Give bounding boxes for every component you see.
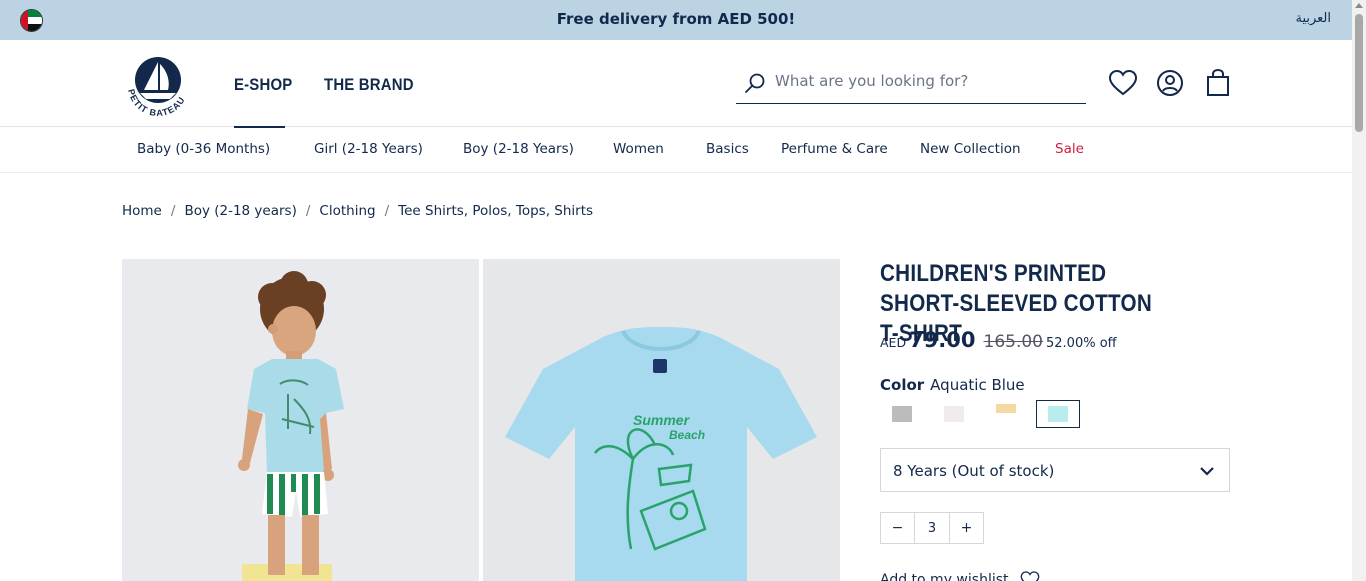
price-block: AED 79.00 165.00 52.00% off bbox=[880, 328, 1117, 352]
category-sale[interactable]: Sale bbox=[1055, 141, 1084, 157]
heart-icon[interactable] bbox=[1108, 68, 1138, 98]
category-basics[interactable]: Basics bbox=[706, 141, 749, 157]
discount-label: 52.00% off bbox=[1046, 336, 1117, 351]
current-price: 79.00 bbox=[909, 328, 976, 352]
size-select[interactable]: 8 Years (Out of stock) bbox=[880, 448, 1230, 492]
color-label: Color bbox=[880, 376, 925, 394]
add-to-wishlist[interactable]: Add to my wishlist bbox=[880, 570, 1041, 581]
language-switch[interactable]: العربية bbox=[1295, 11, 1331, 26]
breadcrumb: Home / Boy (2-18 years) / Clothing / Tee Shirt… bbox=[122, 203, 594, 219]
category-baby[interactable]: Baby (0-36 Months) bbox=[137, 141, 270, 157]
category-girl[interactable]: Girl (2-18 Years) bbox=[314, 141, 423, 157]
scrollbar-thumb[interactable] bbox=[1355, 14, 1363, 132]
wishlist-label: Add to my wishlist bbox=[880, 572, 1009, 581]
search-icon[interactable] bbox=[744, 72, 766, 94]
qty-plus-button[interactable]: + bbox=[950, 513, 983, 543]
qty-value[interactable]: 3 bbox=[914, 513, 950, 543]
breadcrumb-clothing[interactable]: Clothing bbox=[319, 203, 375, 219]
swatch-white[interactable] bbox=[932, 400, 976, 428]
category-perfume-care[interactable]: Perfume & Care bbox=[781, 141, 888, 157]
size-value: 8 Years (Out of stock) bbox=[893, 462, 1055, 480]
color-value: Aquatic Blue bbox=[930, 376, 1025, 394]
original-price: 165.00 bbox=[983, 332, 1043, 352]
product-image-tshirt[interactable]: Summer Beach bbox=[483, 259, 840, 581]
swatch-yellow[interactable] bbox=[984, 400, 1028, 428]
nav-eshop[interactable]: E-SHOP bbox=[234, 75, 292, 95]
breadcrumb-boy[interactable]: Boy (2-18 years) bbox=[184, 203, 296, 219]
category-women[interactable]: Women bbox=[613, 141, 664, 157]
nav-the-brand[interactable]: THE BRAND bbox=[324, 75, 414, 95]
color-row: Color Aquatic Blue bbox=[880, 376, 1025, 394]
product-image-model[interactable] bbox=[122, 259, 479, 581]
swatch-grey[interactable] bbox=[880, 400, 924, 428]
chevron-down-icon bbox=[1200, 467, 1214, 476]
svg-text:Summer: Summer bbox=[633, 412, 691, 428]
shopping-bag-icon[interactable] bbox=[1203, 68, 1233, 98]
quantity-stepper: − 3 + bbox=[880, 512, 984, 544]
site-header: PETIT BATEAU E-SHOP THE BRAND bbox=[0, 40, 1352, 128]
user-icon[interactable] bbox=[1155, 68, 1185, 98]
svg-text:Beach: Beach bbox=[669, 428, 705, 442]
scrollbar[interactable] bbox=[1352, 0, 1366, 581]
promo-bar: Free delivery from AED 500! العربية bbox=[0, 0, 1352, 40]
breadcrumb-home[interactable]: Home bbox=[122, 203, 162, 219]
price-currency: AED bbox=[880, 335, 907, 350]
breadcrumb-tee-shirts[interactable]: Tee Shirts, Polos, Tops, Shirts bbox=[398, 203, 593, 219]
category-boy[interactable]: Boy (2-18 Years) bbox=[463, 141, 574, 157]
swatch-aquatic-blue[interactable] bbox=[1036, 400, 1080, 428]
heart-icon bbox=[1020, 571, 1040, 581]
petit-bateau-logo[interactable]: PETIT BATEAU bbox=[120, 48, 196, 120]
category-new-collection[interactable]: New Collection bbox=[920, 141, 1021, 157]
qty-minus-button[interactable]: − bbox=[881, 513, 914, 543]
promo-text: Free delivery from AED 500! bbox=[556, 10, 796, 28]
search-input[interactable] bbox=[775, 72, 1075, 90]
search-box[interactable] bbox=[736, 62, 1086, 104]
category-nav: Baby (0-36 Months) Girl (2-18 Years) Boy… bbox=[0, 128, 1352, 173]
